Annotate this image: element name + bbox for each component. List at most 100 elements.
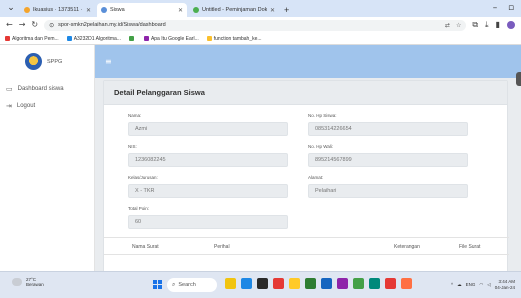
- site-info-icon[interactable]: ⊙: [49, 22, 54, 29]
- sidepanel-icon[interactable]: ▮: [496, 21, 500, 29]
- bookmark-item[interactable]: [128, 36, 136, 41]
- screen: ⌄ Ikuasius · 1373511 · ids_pelat ✕ Siswa…: [0, 0, 521, 298]
- start-button[interactable]: [153, 280, 162, 289]
- main-content: Detail Pelanggaran Siswa Nama: Azmi No. …: [95, 78, 521, 280]
- new-tab-button[interactable]: +: [284, 5, 289, 17]
- close-icon[interactable]: ✕: [178, 7, 183, 14]
- close-icon[interactable]: ✕: [270, 7, 275, 14]
- app-icon[interactable]: [273, 278, 284, 289]
- system-tray: ^ ☁ ENG ◠ ◁ 3:44 AM 04-Jan-24: [451, 279, 515, 290]
- no-hp-wali-field[interactable]: 895214567899: [308, 153, 468, 167]
- brand[interactable]: SPPG: [0, 45, 95, 78]
- clock-date: 04-Jan-24: [494, 284, 515, 290]
- sidebar-item-dashboard[interactable]: ▭ Dashboard siswa: [6, 85, 64, 93]
- app-icon[interactable]: [305, 278, 316, 289]
- bookmark-item[interactable]: A3232D1 Algoritma...: [66, 35, 121, 42]
- app-icon[interactable]: [225, 278, 236, 289]
- search-label: Search: [178, 282, 196, 288]
- extensions-icon[interactable]: ⧉: [472, 21, 478, 29]
- download-icon[interactable]: ⤓: [485, 21, 489, 29]
- sidebar-item-label: Dashboard siswa: [17, 86, 64, 92]
- minimize-icon[interactable]: –: [490, 3, 500, 13]
- alamat-field[interactable]: Pelaihari: [308, 184, 468, 198]
- close-window-icon[interactable]: ▫: [506, 3, 516, 13]
- tab-peminjaman[interactable]: Untitled - Peminjaman Dok… ✕: [189, 3, 279, 17]
- bookmark-item[interactable]: Apa Itu Google Earl...: [143, 35, 199, 42]
- tab-siswa[interactable]: Siswa ✕: [97, 3, 187, 17]
- bookmark-item[interactable]: function tambah_ke...: [206, 35, 262, 42]
- column-header-perihal: Perihal: [214, 244, 230, 250]
- chevron-up-icon[interactable]: ^: [451, 282, 453, 287]
- address-bar[interactable]: ⊙ spor-smkn2pelaihan.my.id/Siswa/dashboa…: [44, 19, 467, 31]
- column-header-nama-surat: Nama Surat: [132, 244, 159, 250]
- app-icon[interactable]: [257, 278, 268, 289]
- total-poin-field[interactable]: 60: [128, 215, 288, 229]
- nis-field[interactable]: 1236082245: [128, 153, 288, 167]
- browser-toolbar: ← → ↻ ⊙ spor-smkn2pelaihan.my.id/Siswa/d…: [0, 17, 521, 33]
- app-header: ≡: [95, 45, 521, 78]
- forward-icon[interactable]: →: [19, 21, 26, 29]
- field-label: Nama:: [128, 113, 142, 118]
- field-kelas: Kelas/Jurusan: X - TKR: [128, 175, 288, 198]
- nama-field[interactable]: Azmi: [128, 122, 288, 136]
- column-header-file-surat: File Surat: [459, 244, 481, 250]
- app-icon[interactable]: [353, 278, 364, 289]
- clock[interactable]: 3:44 AM 04-Jan-24: [495, 279, 515, 290]
- bookmark-item[interactable]: Algoritma dan Pem...: [5, 36, 59, 42]
- language-indicator[interactable]: ENG: [466, 282, 476, 287]
- table-header-row: Nama Surat Perihal Keterangan File Surat: [104, 237, 509, 255]
- app-icon[interactable]: [369, 278, 380, 289]
- field-label: No. Hp Siswa:: [308, 113, 337, 118]
- field-label: NIS:: [128, 144, 137, 149]
- kelas-field[interactable]: X - TKR: [128, 184, 288, 198]
- cloud-icon: [12, 278, 22, 287]
- back-icon[interactable]: ←: [6, 21, 13, 29]
- logout-icon: ⇥: [6, 102, 12, 110]
- app-icon[interactable]: [401, 278, 412, 289]
- sidebar-item-logout[interactable]: ⇥ Logout: [6, 102, 35, 110]
- wifi-icon[interactable]: ◠: [479, 282, 483, 288]
- bookmark-favicon-icon: [66, 36, 72, 41]
- tab-favicon-icon: [101, 7, 107, 13]
- close-icon[interactable]: ✕: [86, 7, 91, 14]
- browser-tabstrip: ⌄ Ikuasius · 1373511 · ids_pelat ✕ Siswa…: [0, 0, 521, 17]
- app-icon[interactable]: [241, 278, 252, 289]
- browser-menu-icon[interactable]: ⌄: [6, 3, 16, 13]
- app-icon[interactable]: [385, 278, 396, 289]
- tab-title: Untitled - Peminjaman Dok…: [202, 7, 267, 13]
- bookmark-label: A3232D1 Algoritma...: [73, 35, 121, 42]
- app-icon[interactable]: [337, 278, 348, 289]
- bookmark-label: function tambah_ke...: [213, 35, 262, 42]
- tab-favicon-icon: [24, 7, 30, 13]
- bookmark-favicon-icon: [206, 36, 212, 41]
- tab-favicon-icon: [193, 7, 199, 13]
- cloud-sync-icon[interactable]: ☁: [457, 282, 462, 288]
- bookmark-label: Algoritma dan Pem...: [12, 35, 59, 42]
- field-nis: NIS: 1236082245: [128, 144, 288, 167]
- field-no-hp-siswa: No. Hp Siswa: 085314226654: [308, 113, 468, 136]
- field-label: Alamat:: [308, 175, 324, 180]
- profile-avatar[interactable]: [507, 21, 515, 29]
- hamburger-icon[interactable]: ≡: [105, 58, 112, 66]
- tab-ikuasius[interactable]: Ikuasius · 1373511 · ids_pelat ✕: [20, 3, 95, 17]
- weather-condition: Berawan: [26, 282, 44, 288]
- taskbar-search[interactable]: ⌕ Search: [167, 278, 217, 292]
- translate-icon[interactable]: ⇄: [445, 22, 450, 29]
- app-icon[interactable]: [321, 278, 332, 289]
- sidebar-item-label: Logout: [16, 103, 36, 109]
- bookmark-star-icon[interactable]: ☆: [456, 22, 461, 29]
- no-hp-siswa-field[interactable]: 085314226654: [308, 122, 468, 136]
- field-label: No. Hp Wali:: [308, 144, 334, 149]
- side-panel-handle[interactable]: [516, 72, 521, 86]
- volume-icon[interactable]: ◁: [487, 282, 490, 288]
- bookmark-favicon-icon: [5, 36, 10, 41]
- field-label: Total Poin:: [128, 206, 150, 211]
- school-logo: [25, 53, 42, 70]
- reload-icon[interactable]: ↻: [31, 21, 38, 29]
- app-icon[interactable]: [289, 278, 300, 289]
- bookmark-favicon-icon: [128, 36, 134, 41]
- weather-widget[interactable]: 27°C Berawan: [12, 277, 44, 288]
- card-title: Detail Pelanggaran Siswa: [104, 81, 507, 105]
- field-no-hp-wali: No. Hp Wali: 895214567899: [308, 144, 468, 167]
- bookmark-label: Apa Itu Google Earl...: [150, 35, 199, 42]
